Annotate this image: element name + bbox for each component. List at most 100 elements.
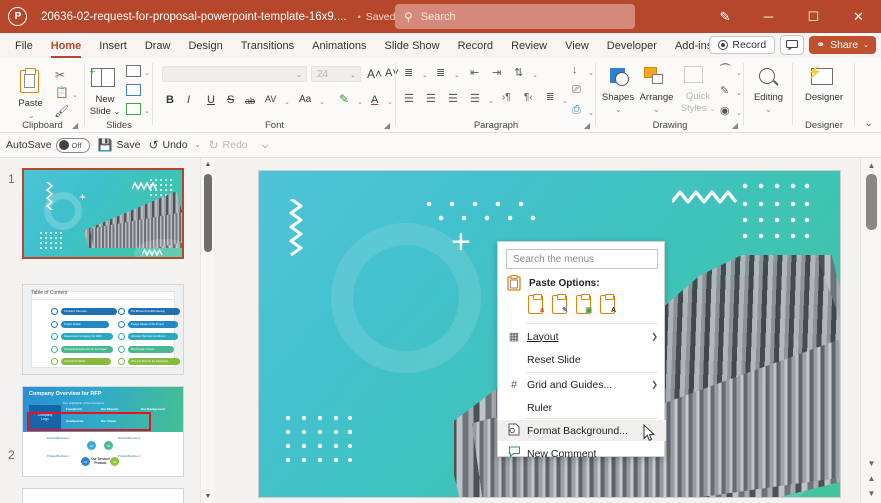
tab-animations[interactable]: Animations (303, 37, 375, 55)
slide-thumbnail-1[interactable]: + (22, 168, 184, 259)
close-button[interactable]: ✕ (836, 0, 881, 33)
slide-thumbnail-4[interactable] (22, 488, 184, 503)
line-spacing-caret[interactable]: ⌄ (532, 71, 538, 79)
panel-scroll-thumb[interactable] (204, 174, 212, 252)
increase-indent-icon[interactable]: ⇥ (492, 66, 501, 79)
tab-home[interactable]: Home (42, 37, 91, 58)
sort-icon[interactable]: ↓ (572, 64, 578, 76)
paste-keep-text-only-button[interactable]: A (600, 293, 616, 314)
layout-icon[interactable] (126, 65, 141, 77)
qat-more-button[interactable]: ⌵ (262, 140, 269, 151)
character-spacing-caret[interactable]: ⌄ (284, 98, 290, 106)
section-icon[interactable] (126, 103, 141, 115)
increase-font-size-icon[interactable]: A˄ (367, 67, 382, 81)
view-scroll-thumb[interactable] (866, 174, 877, 230)
minimize-button[interactable]: ─ (746, 0, 791, 33)
arrange-button[interactable]: Arrange (634, 92, 679, 103)
save-button[interactable]: 💾 Save (98, 138, 141, 152)
arrange-caret[interactable]: ⌄ (653, 105, 660, 114)
change-case-caret[interactable]: ⌄ (319, 98, 325, 106)
shape-fill-caret[interactable]: ⌄ (736, 69, 742, 77)
tab-review[interactable]: Review (502, 37, 556, 55)
justify-caret[interactable]: ⌄ (488, 97, 494, 105)
shapes-button[interactable]: Shapes (598, 92, 638, 103)
font-dialog-launcher[interactable]: ◢ (384, 121, 390, 130)
text-shadow-button[interactable]: ab (245, 96, 255, 106)
clipboard-dialog-launcher[interactable]: ◢ (72, 121, 78, 130)
menu-search-input[interactable]: Search the menus (506, 249, 658, 269)
paste-keep-source-formatting-button[interactable]: a (528, 293, 544, 314)
bold-button[interactable]: B (166, 94, 174, 106)
format-painter-icon[interactable]: 🖌 (54, 104, 69, 118)
slide-panel-scrollbar[interactable]: ▲ ▼ (200, 158, 214, 503)
ribbon-collapse-caret[interactable]: ⌄ (865, 118, 873, 129)
sort-caret[interactable]: ⌄ (588, 69, 594, 77)
tab-draw[interactable]: Draw (136, 37, 180, 55)
autosave-toggle[interactable]: Off (55, 137, 90, 153)
paste-dropdown-caret[interactable]: ⌄ (28, 111, 35, 120)
text-box-icon[interactable]: ⎙ (572, 104, 581, 117)
text-highlight-icon[interactable]: ✎ (339, 92, 349, 106)
shape-fill-icon[interactable]: ⏜ (720, 64, 731, 77)
decrease-indent-icon[interactable]: ⇤ (470, 66, 479, 79)
align-left-icon[interactable]: ☰ (404, 92, 414, 105)
comments-button[interactable] (780, 35, 805, 55)
font-size-caret[interactable]: ⌄ (350, 71, 356, 79)
paste-icon[interactable] (20, 68, 39, 93)
next-slide-button[interactable]: ▼ (861, 486, 881, 501)
character-spacing-button[interactable]: AV (265, 94, 276, 104)
panel-scroll-up-button[interactable]: ▲ (201, 158, 215, 171)
shape-effects-caret[interactable]: ⌄ (736, 109, 742, 117)
drawing-dialog-launcher[interactable]: ◢ (732, 121, 738, 130)
tab-developer[interactable]: Developer (598, 37, 666, 55)
panel-scroll-down-button[interactable]: ▼ (201, 490, 215, 503)
align-text-icon[interactable]: ¶‹ (524, 92, 533, 103)
text-highlight-caret[interactable]: ⌄ (357, 98, 363, 106)
view-scroll-down-button[interactable]: ▼ (861, 456, 881, 471)
autosave-control[interactable]: AutoSave Off (6, 137, 90, 153)
share-button[interactable]: ⚭ Share ⌄ (809, 36, 876, 54)
text-direction-icon[interactable]: ›¶ (502, 92, 511, 103)
tab-insert[interactable]: Insert (90, 37, 136, 55)
menu-item-new-comment[interactable]: New Comment (498, 443, 666, 464)
font-name-input[interactable] (162, 66, 307, 82)
paste-use-destination-theme-button[interactable]: ✎ (552, 293, 568, 314)
menu-item-layout[interactable]: ▦ Layout ❯ (498, 326, 666, 347)
text-box-caret[interactable]: ⌄ (588, 109, 594, 117)
tab-design[interactable]: Design (179, 37, 231, 55)
tab-record[interactable]: Record (449, 37, 502, 55)
numbering-caret[interactable]: ⌄ (454, 71, 460, 79)
designer-button[interactable]: Designer (795, 92, 853, 103)
slide-thumbnail-3[interactable]: Company Overview for RFP Key Highlights … (22, 386, 184, 477)
font-color-caret[interactable]: ⌄ (387, 98, 393, 106)
layout-dropdown-caret[interactable]: ⌄ (144, 69, 150, 77)
justify-icon[interactable]: ☰ (470, 92, 480, 105)
menu-item-grid-and-guides[interactable]: # Grid and Guides... ❯ (498, 374, 666, 395)
paste-picture-button[interactable]: ▣ (576, 293, 592, 314)
bullets-caret[interactable]: ⌄ (422, 71, 428, 79)
previous-slide-button[interactable]: ▲ (861, 471, 881, 486)
menu-item-reset-slide[interactable]: Reset Slide (498, 349, 666, 370)
smartart-icon[interactable]: ⎚ (572, 84, 581, 97)
font-color-button[interactable]: A (371, 94, 378, 106)
italic-button[interactable]: I (187, 94, 190, 106)
numbering-icon[interactable]: ≣ (436, 66, 445, 79)
paste-button[interactable]: Paste (8, 98, 53, 109)
shape-outline-caret[interactable]: ⌄ (736, 89, 742, 97)
slide-thumbnail-2[interactable]: Table of Content Company Overview Projec… (22, 284, 184, 375)
line-spacing-icon[interactable]: ⇅ (514, 66, 523, 79)
shape-effects-icon[interactable]: ◉ (720, 104, 730, 117)
tab-transitions[interactable]: Transitions (232, 37, 303, 55)
maximize-button[interactable]: ☐ (791, 0, 836, 33)
underline-button[interactable]: U (207, 94, 215, 106)
tab-file[interactable]: File (6, 37, 42, 55)
change-case-button[interactable]: Aa (299, 94, 311, 105)
align-center-icon[interactable]: ☰ (426, 92, 436, 105)
menu-item-ruler[interactable]: Ruler (498, 397, 666, 418)
columns-caret[interactable]: ⌄ (562, 97, 568, 105)
font-name-caret[interactable]: ⌄ (296, 71, 302, 79)
record-button[interactable]: Record (709, 36, 776, 54)
tab-slide-show[interactable]: Slide Show (376, 37, 449, 55)
columns-icon[interactable]: ≣ (546, 92, 554, 103)
editing-button[interactable]: Editing (746, 92, 791, 103)
